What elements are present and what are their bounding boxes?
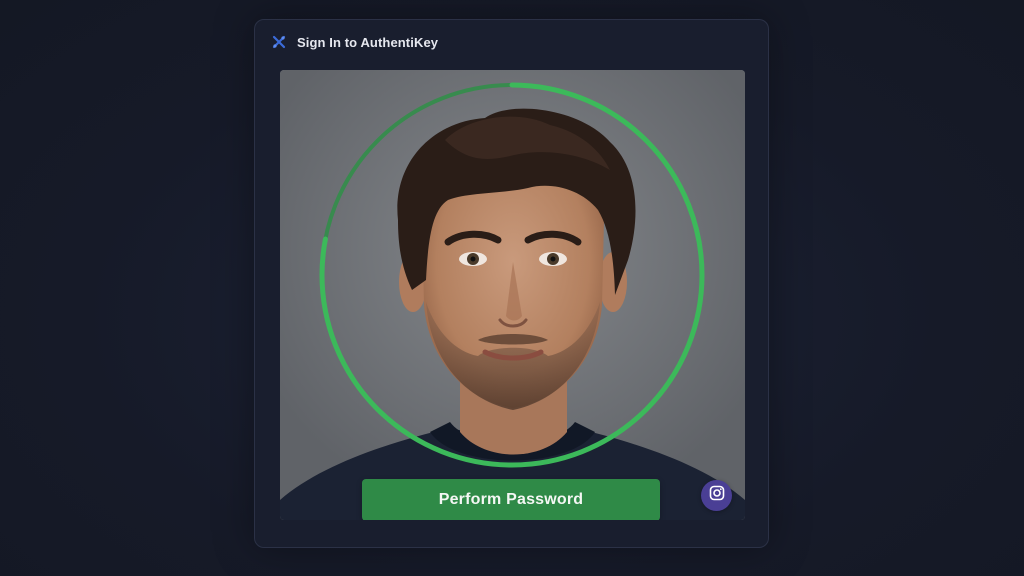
authentikey-logo-icon — [271, 34, 287, 50]
camera-icon — [709, 485, 725, 506]
dialog-title: Sign In to AuthentiKey — [297, 34, 439, 50]
perform-password-button[interactable]: Perform Password — [362, 479, 660, 520]
face-image — [280, 70, 745, 520]
camera-toggle-button[interactable] — [701, 480, 732, 511]
sign-in-dialog: Sign In to AuthentiKey Perform Password — [254, 19, 769, 548]
dialog-header: Sign In to AuthentiKey — [271, 32, 438, 52]
camera-preview: Perform Password — [280, 70, 745, 520]
